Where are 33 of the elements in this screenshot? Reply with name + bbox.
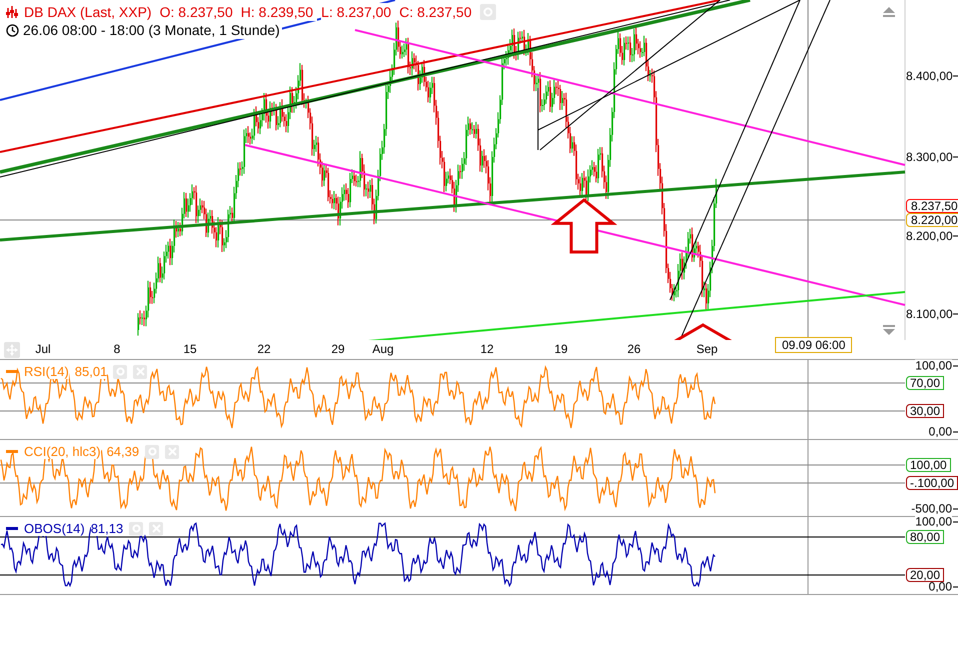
axis-label: 0,00	[928, 426, 952, 438]
indicator-name: RSI(14)	[24, 364, 69, 379]
price-label: 8.400,00	[906, 69, 953, 83]
indicator-name: CCI(20, hlc3)	[24, 444, 101, 459]
date-label: 29	[331, 342, 345, 356]
level-tag: 80,00	[906, 530, 944, 544]
price-label: 8.300,00	[906, 150, 953, 164]
price-label: 8.100,00	[906, 307, 953, 321]
axis-label: -500,00	[911, 502, 952, 516]
indicator-value: 85,01	[74, 364, 108, 379]
date-label: Aug	[372, 342, 394, 356]
level-tag: 30,00	[906, 404, 944, 418]
date-label: Sep	[696, 342, 718, 356]
level-tag: 20,00	[906, 568, 944, 582]
axis-label: 100,00	[915, 360, 952, 372]
date-label: 8	[114, 342, 120, 356]
date-label: Jul	[35, 342, 51, 356]
level-tag: 70,00	[906, 376, 944, 390]
date-label: 26	[627, 342, 641, 356]
date-label: 15	[183, 342, 197, 356]
date-label: 19	[554, 342, 568, 356]
price-tag: 8.237,50	[906, 199, 958, 213]
price-label: 8.200,00	[906, 229, 953, 243]
level-tag: -.100,00	[906, 476, 958, 490]
axis-label: 100,00	[915, 516, 952, 528]
indicator-value: 64,39	[106, 444, 140, 459]
price-tag: 8.220,00	[906, 213, 958, 227]
level-tag: 100,00	[906, 458, 951, 472]
date-label: 12	[480, 342, 494, 356]
indicator-value: 81,13	[90, 521, 124, 536]
cursor-date-tag: 09.09 06:00	[775, 337, 852, 353]
date-label: 22	[257, 342, 271, 356]
indicator-name: OBOS(14)	[24, 521, 85, 536]
